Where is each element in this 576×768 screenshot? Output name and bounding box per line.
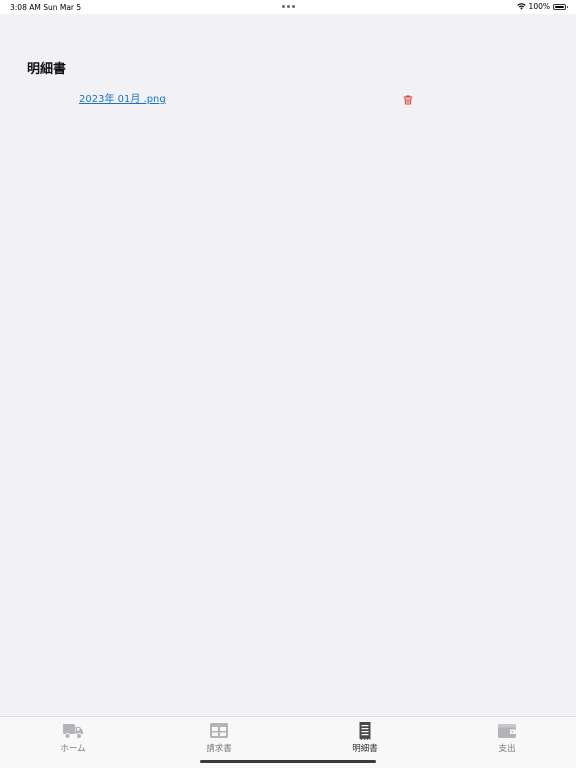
tab-invoice[interactable]: 請求書 [179,721,259,759]
page-title: 明細書 [27,62,67,77]
battery-fill [555,5,564,8]
tab-home[interactable]: ホーム [33,721,113,759]
delete-file-button[interactable] [402,91,414,105]
tab-invoice-label: 請求書 [206,744,232,754]
wifi-icon [516,3,526,10]
table-icon [210,723,228,738]
battery-icon [553,3,568,10]
receipt-icon [359,722,371,740]
file-link[interactable]: 2023年 01月 .png [79,90,166,105]
status-bar: 3:08 AM Sun Mar 5 100% [0,0,576,14]
tab-home-label: ホーム [60,744,86,754]
home-indicator[interactable] [200,760,376,763]
tab-expense-label: 支出 [498,744,516,754]
file-list-item: 2023年 01月 .png [0,90,576,106]
multitasking-dots[interactable] [282,5,295,8]
trash-icon [403,95,413,105]
status-time-date: 3:08 AM Sun Mar 5 [10,3,82,12]
status-right-group: 100% [516,2,568,11]
tab-statement[interactable]: 明細書 [325,721,405,759]
tab-statement-label: 明細書 [352,744,378,754]
wallet-icon [498,724,516,738]
battery-percentage: 100% [528,2,550,11]
tab-expense[interactable]: 支出 [467,721,547,759]
truck-icon [63,724,83,739]
